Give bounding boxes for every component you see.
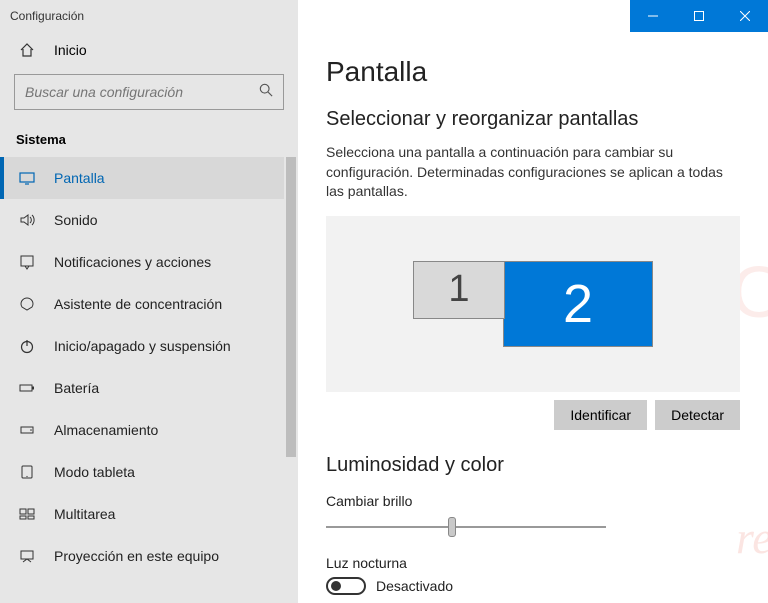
sidebar-item-label: Notificaciones y acciones <box>54 254 211 270</box>
night-light-toggle[interactable] <box>326 577 366 595</box>
window-controls <box>630 0 768 32</box>
select-heading: Seleccionar y reorganizar pantallas <box>326 108 740 131</box>
sidebar-item-label: Pantalla <box>54 170 105 186</box>
select-description: Selecciona una pantalla a continuación p… <box>326 143 740 202</box>
sidebar-item-concentracion[interactable]: Asistente de concentración <box>0 283 298 325</box>
slider-thumb[interactable] <box>448 517 456 537</box>
monitor-arrange-area[interactable]: 1 2 review <box>326 216 740 392</box>
titlebar: Configuración <box>0 0 768 32</box>
sidebar-item-label: Asistente de concentración <box>54 296 222 312</box>
focus-icon <box>18 296 36 312</box>
watermark-sub: review <box>736 511 768 564</box>
sidebar-item-label: Multitarea <box>54 506 115 522</box>
sidebar-item-energia[interactable]: Inicio/apagado y suspensión <box>0 325 298 367</box>
sidebar-item-label: Sonido <box>54 212 98 228</box>
sidebar-item-label: Batería <box>54 380 99 396</box>
sidebar-item-tableta[interactable]: Modo tableta <box>0 451 298 493</box>
section-heading: Sistema <box>0 124 298 157</box>
sidebar-scrollbar[interactable] <box>284 157 298 603</box>
sidebar-item-proyeccion[interactable]: Proyección en este equipo <box>0 535 298 577</box>
home-button[interactable]: Inicio <box>0 32 298 68</box>
search-icon <box>259 83 273 102</box>
sidebar-item-label: Modo tableta <box>54 464 135 480</box>
sidebar: Inicio Sistema Pantalla Sonido Notificac… <box>0 32 298 603</box>
brightness-slider[interactable] <box>326 515 606 539</box>
notifications-icon <box>18 254 36 270</box>
monitor-1[interactable]: 1 <box>413 261 505 319</box>
scrollbar-thumb[interactable] <box>286 157 296 457</box>
monitor-2[interactable]: 2 <box>503 261 653 347</box>
maximize-button[interactable] <box>676 0 722 32</box>
brightness-label: Cambiar brillo <box>326 493 740 509</box>
home-icon <box>18 42 36 58</box>
sidebar-item-notificaciones[interactable]: Notificaciones y acciones <box>0 241 298 283</box>
search-input[interactable] <box>14 74 284 110</box>
minimize-button[interactable] <box>630 0 676 32</box>
storage-icon <box>18 422 36 438</box>
sidebar-item-bateria[interactable]: Batería <box>0 367 298 409</box>
sidebar-item-sonido[interactable]: Sonido <box>0 199 298 241</box>
sound-icon <box>18 212 36 228</box>
multitask-icon <box>18 506 36 522</box>
home-label: Inicio <box>54 42 87 58</box>
battery-icon <box>18 380 36 396</box>
detect-button[interactable]: Detectar <box>655 400 740 430</box>
nav-list: Pantalla Sonido Notificaciones y accione… <box>0 157 298 603</box>
sidebar-item-pantalla[interactable]: Pantalla <box>0 157 298 199</box>
sidebar-item-multitarea[interactable]: Multitarea <box>0 493 298 535</box>
brightness-heading: Luminosidad y color <box>326 454 740 477</box>
sidebar-item-label: Almacenamiento <box>54 422 158 438</box>
close-button[interactable] <box>722 0 768 32</box>
sidebar-item-almacenamiento[interactable]: Almacenamiento <box>0 409 298 451</box>
tablet-icon <box>18 464 36 480</box>
identify-button[interactable]: Identificar <box>554 400 647 430</box>
search-field[interactable] <box>25 84 259 100</box>
sidebar-item-label: Proyección en este equipo <box>54 548 219 564</box>
sidebar-item-label: Inicio/apagado y suspensión <box>54 338 231 354</box>
window-title: Configuración <box>0 0 298 32</box>
night-light-label: Luz nocturna <box>326 555 740 571</box>
projection-icon <box>18 548 36 564</box>
content-pane: PROFESIONAL Pantalla Seleccionar y reorg… <box>298 32 768 603</box>
display-icon <box>18 170 36 186</box>
page-title: Pantalla <box>326 56 740 88</box>
power-icon <box>18 338 36 354</box>
night-light-state: Desactivado <box>376 578 453 594</box>
